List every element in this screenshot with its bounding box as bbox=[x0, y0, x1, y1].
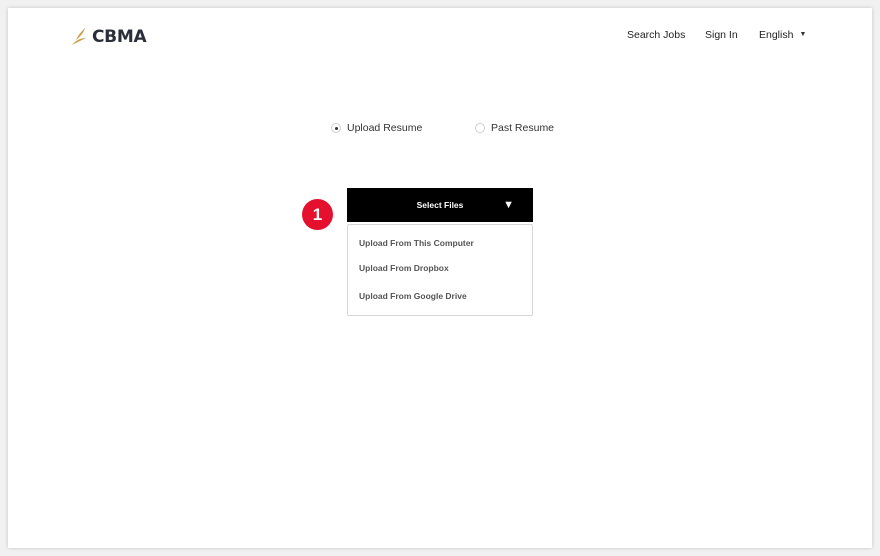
radio-past-resume-label: Past Resume bbox=[491, 122, 555, 134]
step-number-badge: 1 bbox=[302, 199, 333, 230]
language-selector[interactable]: English ▼ bbox=[759, 28, 806, 42]
menu-item-upload-computer[interactable]: Upload From This Computer bbox=[359, 237, 474, 249]
radio-button-unchecked[interactable] bbox=[475, 123, 485, 133]
nav-search-jobs[interactable]: Search Jobs bbox=[627, 28, 685, 42]
triangle-down-icon: ▼ bbox=[503, 199, 514, 211]
radio-upload-resume-label: Upload Resume bbox=[347, 122, 423, 134]
language-label: English bbox=[759, 29, 794, 41]
menu-item-upload-dropbox[interactable]: Upload From Dropbox bbox=[359, 262, 449, 274]
page-frame: CBMA Search Jobs Sign In English ▼ Uploa… bbox=[8, 8, 872, 548]
nav-sign-in[interactable]: Sign In bbox=[705, 28, 738, 42]
radio-button-checked[interactable] bbox=[331, 123, 341, 133]
cbma-swoosh-icon bbox=[72, 28, 86, 45]
menu-item-upload-google-drive[interactable]: Upload From Google Drive bbox=[359, 290, 467, 302]
select-files-button[interactable]: Select Files ▼ bbox=[347, 188, 533, 222]
upload-source-menu: Upload From This Computer Upload From Dr… bbox=[347, 224, 533, 316]
select-files-label: Select Files bbox=[416, 200, 464, 210]
cbma-logo[interactable]: CBMA bbox=[70, 26, 147, 48]
radio-upload-resume[interactable]: Upload Resume bbox=[331, 121, 422, 135]
caret-down-icon: ▼ bbox=[799, 31, 807, 38]
radio-past-resume[interactable]: Past Resume bbox=[475, 121, 554, 135]
logo-text: CBMA bbox=[92, 27, 147, 47]
